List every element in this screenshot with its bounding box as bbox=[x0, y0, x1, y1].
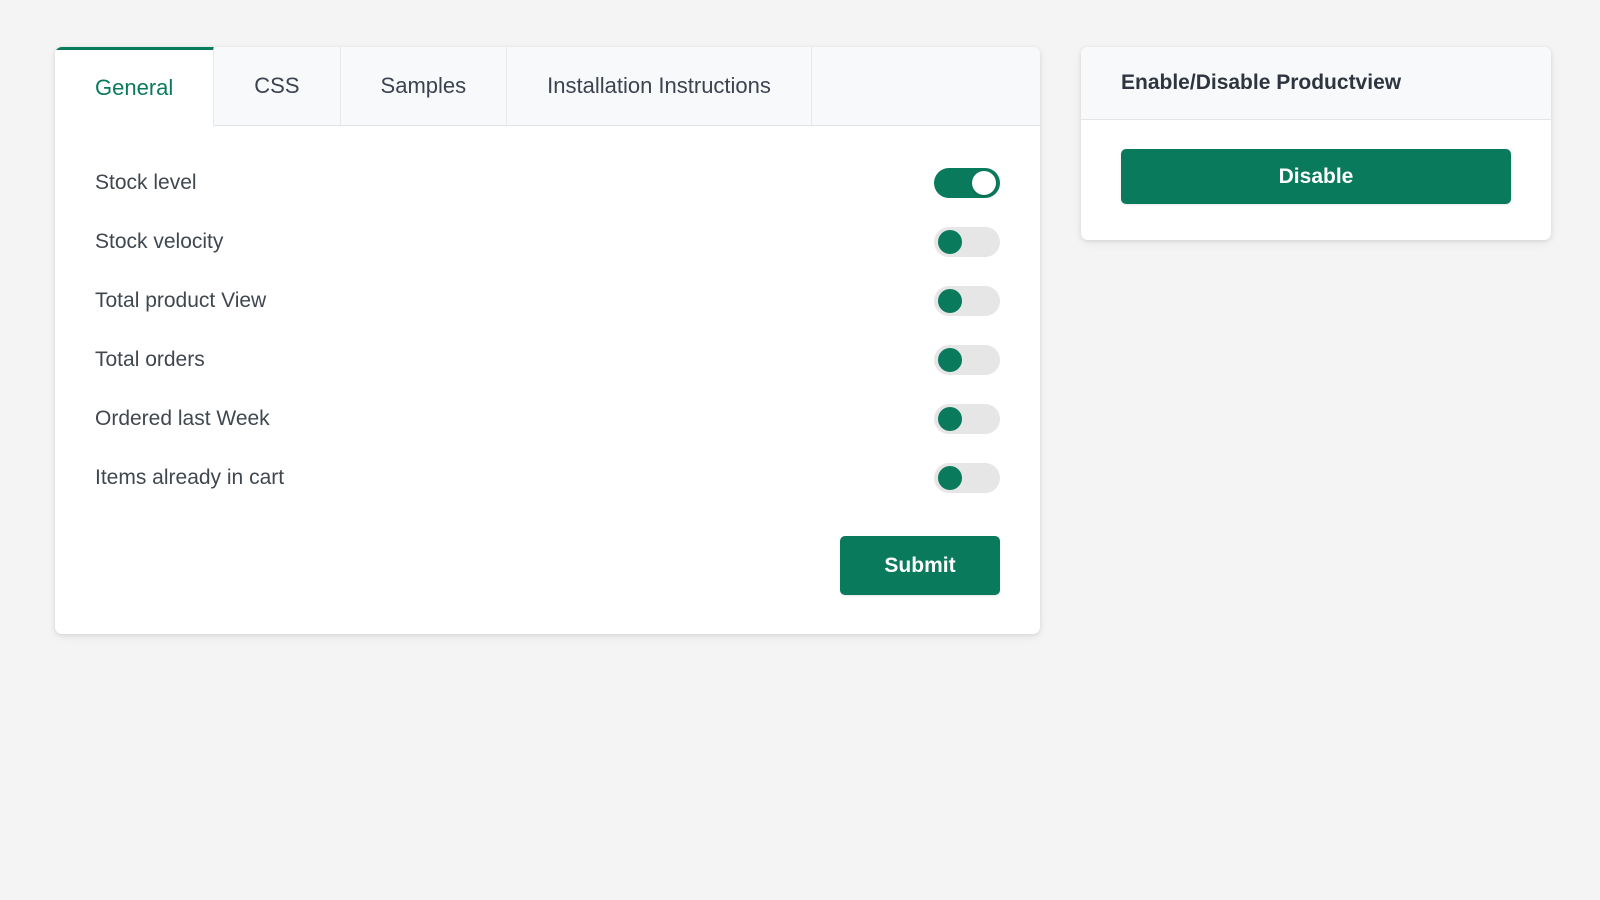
setting-label-stock-level: Stock level bbox=[95, 171, 197, 194]
productview-panel-body: Disable bbox=[1081, 120, 1551, 240]
setting-label-total-product-view: Total product View bbox=[95, 289, 267, 312]
setting-row-stock-level: Stock level bbox=[95, 153, 1000, 212]
toggle-knob-icon bbox=[938, 347, 962, 372]
tab-css[interactable]: CSS bbox=[214, 47, 341, 126]
submit-area: Submit bbox=[55, 507, 1040, 634]
setting-row-items-already-in-cart: Items already in cart bbox=[95, 448, 1000, 507]
toggle-knob-icon bbox=[938, 229, 962, 254]
tab-strip-filler bbox=[811, 47, 1040, 126]
setting-label-items-already-in-cart: Items already in cart bbox=[95, 466, 285, 489]
tab-samples-label: Samples bbox=[380, 73, 467, 98]
tab-css-label: CSS bbox=[254, 73, 300, 98]
app-root: General CSS Samples Installation Instruc… bbox=[0, 0, 1600, 900]
toggle-total-product-view[interactable] bbox=[934, 285, 1000, 316]
setting-label-stock-velocity: Stock velocity bbox=[95, 230, 224, 253]
productview-panel-card: Enable/Disable Productview Disable bbox=[1081, 47, 1551, 240]
toggle-knob-icon bbox=[938, 288, 962, 313]
tab-general[interactable]: General bbox=[55, 47, 215, 126]
tab-installation-instructions-label: Installation Instructions bbox=[547, 73, 771, 98]
toggle-ordered-last-week[interactable] bbox=[934, 403, 1000, 434]
setting-row-ordered-last-week: Ordered last Week bbox=[95, 389, 1000, 448]
toggle-items-already-in-cart[interactable] bbox=[934, 462, 1000, 493]
tab-installation-instructions[interactable]: Installation Instructions bbox=[507, 47, 812, 126]
setting-label-total-orders: Total orders bbox=[95, 348, 205, 371]
tab-strip: General CSS Samples Installation Instruc… bbox=[55, 47, 1040, 126]
setting-row-total-orders: Total orders bbox=[95, 330, 1000, 389]
productview-panel-title: Enable/Disable Productview bbox=[1121, 71, 1402, 94]
setting-row-total-product-view: Total product View bbox=[95, 271, 1000, 330]
setting-row-stock-velocity: Stock velocity bbox=[95, 212, 1000, 271]
toggle-stock-level[interactable] bbox=[934, 167, 1000, 198]
disable-productview-button[interactable]: Disable bbox=[1121, 149, 1511, 204]
productview-panel-header: Enable/Disable Productview bbox=[1081, 47, 1551, 120]
toggle-knob-icon bbox=[938, 465, 962, 490]
setting-label-ordered-last-week: Ordered last Week bbox=[95, 407, 270, 430]
toggle-total-orders[interactable] bbox=[934, 344, 1000, 375]
toggle-knob-icon bbox=[972, 170, 996, 195]
tab-samples[interactable]: Samples bbox=[340, 47, 508, 126]
settings-card: General CSS Samples Installation Instruc… bbox=[55, 47, 1040, 634]
toggle-stock-velocity[interactable] bbox=[934, 226, 1000, 257]
settings-options-list: Stock level Stock velocity Total product… bbox=[55, 126, 1040, 507]
submit-button[interactable]: Submit bbox=[840, 536, 1000, 595]
tab-general-label: General bbox=[95, 74, 174, 100]
toggle-knob-icon bbox=[938, 406, 962, 431]
